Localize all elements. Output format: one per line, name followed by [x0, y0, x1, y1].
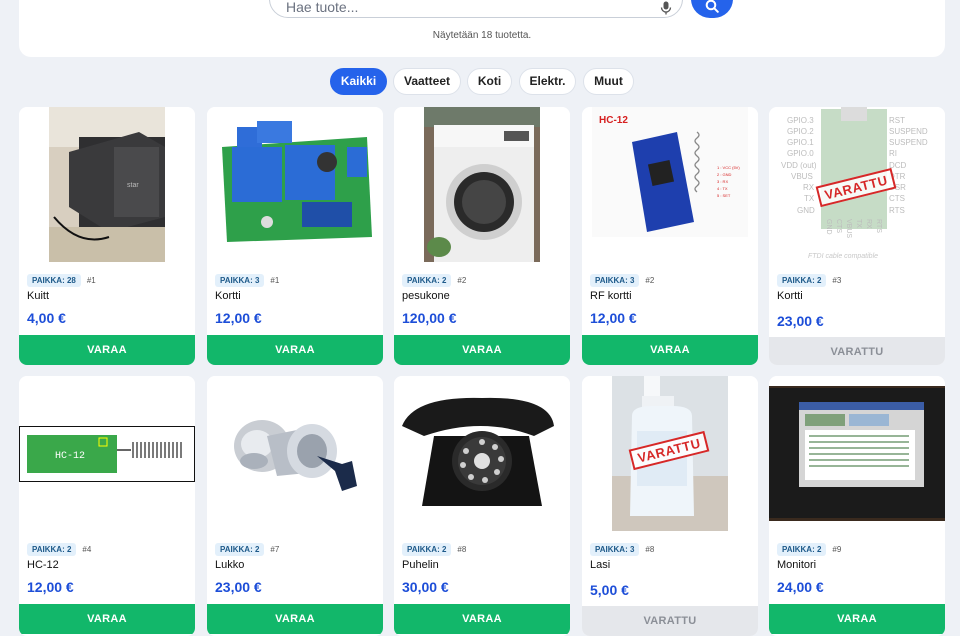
product-card[interactable]: PAIKKA: 2 #2 pesukone 120,00 € VARAA [394, 107, 570, 365]
location-badge: PAIKKA: 3 [590, 542, 640, 556]
product-name: Lukko [215, 559, 245, 571]
product-index: #8 [645, 544, 655, 554]
product-image[interactable]: VARATTU [582, 376, 758, 531]
product-index: #9 [832, 544, 842, 554]
product-index: #3 [832, 275, 842, 285]
reserve-button[interactable]: VARAA [769, 604, 945, 634]
reserve-button[interactable]: VARAA [207, 604, 383, 634]
location-badge: PAIKKA: 2 [215, 542, 265, 556]
location-badge: PAIKKA: 2 [402, 273, 452, 287]
product-price: 4,00 € [27, 310, 66, 326]
result-count: Näytetään 18 tuotetta. [432, 30, 532, 41]
svg-text:5 : SET: 5 : SET [717, 193, 731, 198]
location-badge: PAIKKA: 2 [402, 542, 452, 556]
product-index: #2 [457, 275, 467, 285]
search-box[interactable] [269, 0, 683, 18]
reserve-button[interactable]: VARAA [394, 604, 570, 634]
product-name: Kortti [215, 290, 241, 302]
microphone-icon[interactable] [660, 1, 672, 15]
location-badge: PAIKKA: 2 [27, 542, 77, 556]
product-image[interactable] [394, 107, 570, 262]
search-button[interactable] [691, 0, 733, 18]
product-price: 12,00 € [590, 310, 637, 326]
product-image[interactable]: GPIO.3 GPIO.2 GPIO.1 GPIO.0 VDD (out) VB… [769, 107, 945, 262]
product-image[interactable]: HC-12 1 : VCC (5V) 2 : GND 3 : RX 4 : TX… [582, 107, 758, 262]
search-icon [705, 0, 719, 13]
product-name: Kuitt [27, 290, 50, 302]
filter-muut[interactable]: Muut [583, 68, 634, 95]
search-input[interactable] [286, 0, 646, 16]
product-index: #4 [82, 544, 92, 554]
location-badge: PAIKKA: 2 [777, 542, 827, 556]
category-filters: Kaikki Vaatteet Koti Elektr. Muut [0, 68, 960, 96]
product-name: Puhelin [402, 559, 439, 571]
product-price: 24,00 € [777, 579, 824, 595]
svg-text:3 : RX: 3 : RX [717, 179, 728, 184]
product-name: Monitori [777, 559, 817, 571]
product-card[interactable]: PAIKKA: 2 #8 Puhelin 30,00 € VARAA [394, 376, 570, 636]
reserved-button[interactable]: VARATTU [582, 606, 758, 636]
product-price: 23,00 € [777, 313, 824, 329]
reserve-button[interactable]: VARAA [394, 335, 570, 365]
filter-kaikki[interactable]: Kaikki [330, 68, 387, 95]
svg-text:HC-12: HC-12 [55, 451, 85, 462]
filter-koti[interactable]: Koti [467, 68, 512, 95]
filter-elektr[interactable]: Elektr. [519, 68, 576, 95]
product-card[interactable]: PAIKKA: 2 #7 Lukko 23,00 € VARAA [207, 376, 383, 636]
search-panel: Näytetään 18 tuotetta. [19, 0, 945, 57]
svg-text:4 : TX: 4 : TX [717, 186, 728, 191]
product-price: 12,00 € [27, 579, 74, 595]
product-card[interactable]: PAIKKA: 2 #9 Monitori 24,00 € VARAA [769, 376, 945, 636]
product-name: Lasi [590, 559, 611, 571]
product-name: HC-12 [27, 559, 59, 571]
location-badge: PAIKKA: 2 [777, 273, 827, 287]
location-badge: PAIKKA: 28 [27, 273, 81, 287]
product-image[interactable] [394, 376, 570, 531]
svg-text:2 : GND: 2 : GND [717, 172, 732, 177]
product-name: pesukone [402, 290, 450, 302]
product-name: Kortti [777, 290, 803, 302]
product-card[interactable]: GPIO.3 GPIO.2 GPIO.1 GPIO.0 VDD (out) VB… [769, 107, 945, 365]
product-card[interactable]: HC-12 1 : VCC (5V) 2 : GND 3 : RX 4 : TX… [582, 107, 758, 365]
product-card[interactable]: star PAIKKA: 28 #1 Kuitt 4,00 € VARAA [19, 107, 195, 365]
product-image[interactable]: star [19, 107, 195, 262]
product-index: #7 [270, 544, 280, 554]
svg-text:HC-12: HC-12 [599, 115, 628, 126]
product-image[interactable] [207, 376, 383, 531]
reserve-button[interactable]: VARAA [19, 604, 195, 634]
product-image[interactable]: HC-12 [19, 376, 195, 531]
product-image[interactable] [769, 376, 945, 531]
product-price: 12,00 € [215, 310, 262, 326]
reserve-button[interactable]: VARAA [19, 335, 195, 365]
product-image[interactable] [207, 107, 383, 262]
reserve-button[interactable]: VARAA [582, 335, 758, 365]
filter-vaatteet[interactable]: Vaatteet [393, 68, 461, 95]
product-index: #1 [86, 275, 96, 285]
product-name: RF kortti [590, 290, 632, 302]
product-index: #8 [457, 544, 467, 554]
product-card[interactable]: HC-12 PAIKKA: 2 #4 HC-12 12,00 € VARAA [19, 376, 195, 636]
svg-text:star: star [127, 182, 139, 189]
product-price: 5,00 € [590, 582, 629, 598]
location-badge: PAIKKA: 3 [590, 273, 640, 287]
product-price: 23,00 € [215, 579, 262, 595]
product-card[interactable]: VARATTU PAIKKA: 3 #8 Lasi 5,00 € VARATTU [582, 376, 758, 636]
svg-text:1 : VCC (5V): 1 : VCC (5V) [717, 165, 740, 170]
reserved-button[interactable]: VARATTU [769, 337, 945, 365]
product-index: #2 [645, 275, 655, 285]
location-badge: PAIKKA: 3 [215, 273, 265, 287]
product-price: 30,00 € [402, 579, 449, 595]
product-index: #1 [270, 275, 280, 285]
product-price: 120,00 € [402, 310, 457, 326]
reserve-button[interactable]: VARAA [207, 335, 383, 365]
product-card[interactable]: PAIKKA: 3 #1 Kortti 12,00 € VARAA [207, 107, 383, 365]
